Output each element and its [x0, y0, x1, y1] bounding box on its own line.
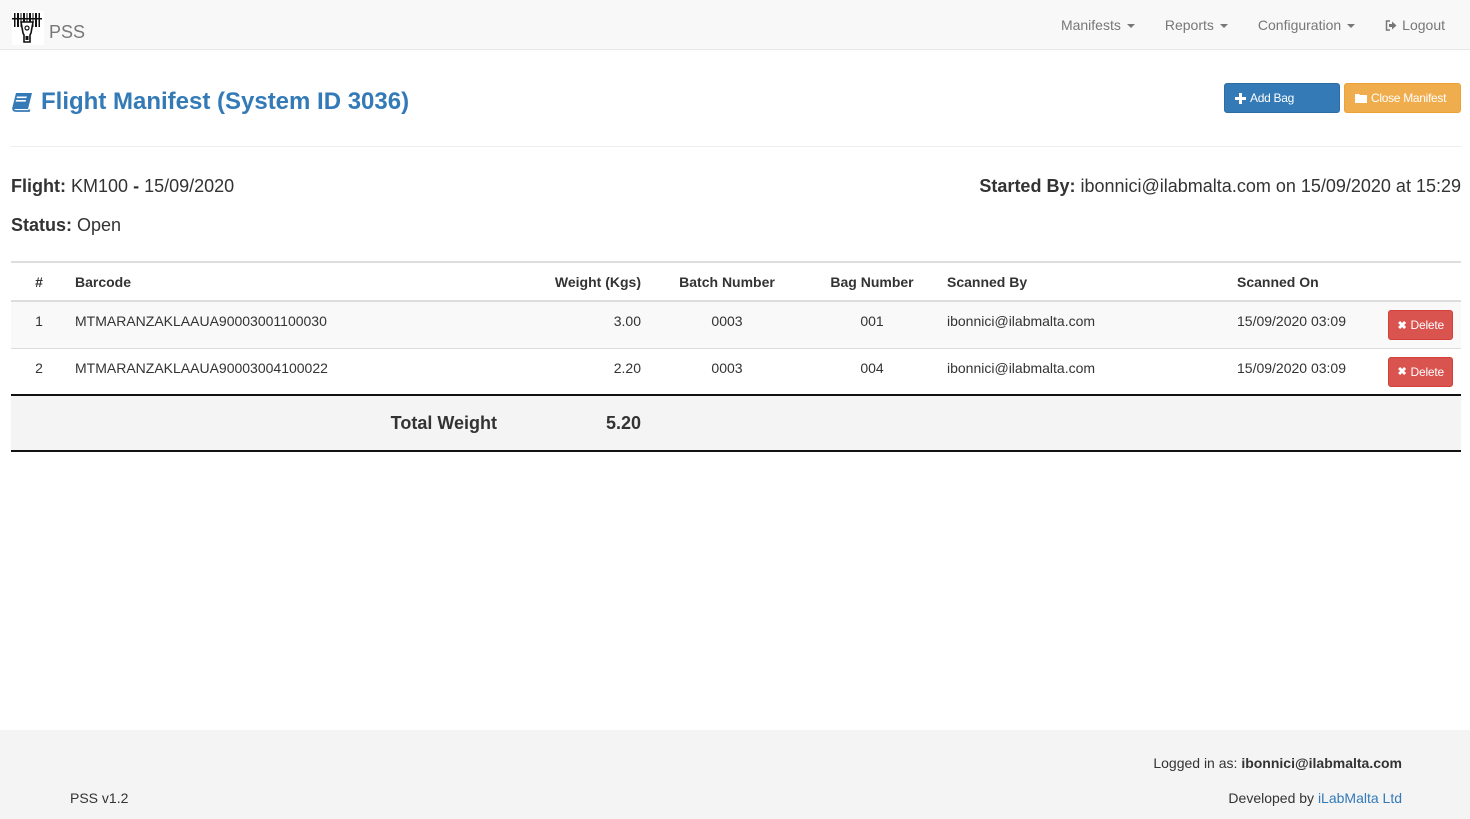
- total-weight-value: 5.20: [507, 394, 649, 452]
- nav-logout-label: Logout: [1402, 16, 1445, 33]
- delete-label: Delete: [1410, 364, 1445, 379]
- add-bag-label: Add Bag: [1250, 91, 1294, 105]
- cell-barcode: MTMARANZAKLAAUA90003001100030: [67, 301, 507, 348]
- started-by-label: Started By:: [979, 176, 1076, 196]
- flight-separator: -: [133, 176, 140, 196]
- caret-down-icon: [1219, 24, 1228, 28]
- cell-weight: 2.20: [507, 347, 649, 395]
- cell-scanned-on: 15/09/2020 03:09: [1229, 301, 1365, 348]
- cell-weight: 3.00: [507, 301, 649, 348]
- nav-manifests-dropdown[interactable]: Manifests: [1046, 0, 1150, 50]
- bags-table: # Barcode Weight (Kgs) Batch Number Bag …: [11, 261, 1461, 452]
- delete-button[interactable]: ✖ Delete: [1388, 310, 1453, 340]
- plus-icon: [1235, 92, 1246, 104]
- navbar: PSS Manifests Reports Configuration Logo…: [0, 0, 1470, 50]
- started-by-info: Started By: ibonnici@ilabmalta.com on 15…: [979, 176, 1461, 197]
- flight-number: KM100: [71, 176, 129, 196]
- nav-configuration-dropdown[interactable]: Configuration: [1243, 0, 1370, 50]
- col-scanned-by: Scanned By: [939, 261, 1229, 302]
- started-by-value: ibonnici@ilabmalta.com on 15/09/2020 at …: [1080, 176, 1461, 196]
- table-row: 1 MTMARANZAKLAAUA90003001100030 3.00 000…: [11, 301, 1461, 348]
- logged-in-label: Logged in as:: [1153, 755, 1238, 771]
- col-scanned-on: Scanned On: [1229, 261, 1365, 302]
- flight-info: Flight: KM100 - 15/09/2020: [11, 176, 234, 197]
- cell-actions: ✖ Delete: [1365, 347, 1461, 395]
- nav-reports-label: Reports: [1164, 16, 1214, 33]
- nav-menu: Manifests Reports Configuration Logout: [1046, 0, 1460, 50]
- footer: PSS v1.2 Logged in as: ibonnici@ilabmalt…: [0, 730, 1470, 819]
- nav-logout[interactable]: Logout: [1370, 0, 1460, 50]
- cell-number: 1: [11, 301, 67, 348]
- caret-down-icon: [1347, 24, 1356, 28]
- flight-label: Flight:: [11, 176, 66, 196]
- brand[interactable]: PSS: [12, 11, 85, 45]
- page-title: Flight Manifest (System ID 3036): [11, 88, 409, 116]
- book-icon: [11, 92, 33, 112]
- delete-button[interactable]: ✖ Delete: [1388, 356, 1453, 387]
- nav-reports-dropdown[interactable]: Reports: [1150, 0, 1243, 50]
- folder-icon: [1355, 93, 1367, 103]
- total-row-filler: [649, 394, 1461, 452]
- col-number: #: [11, 261, 67, 302]
- cell-batch-number: 0003: [649, 347, 805, 395]
- col-bag-number: Bag Number: [805, 261, 939, 302]
- developed-by-label: Developed by: [1228, 790, 1315, 806]
- flight-date: 15/09/2020: [144, 176, 235, 196]
- cell-batch-number: 0003: [649, 301, 805, 348]
- close-manifest-label: Close Manifest: [1371, 91, 1447, 105]
- cell-bag-number: 001: [805, 301, 939, 348]
- table-header-row: # Barcode Weight (Kgs) Batch Number Bag …: [11, 261, 1461, 302]
- header-divider: [11, 146, 1461, 147]
- table-row: 2 MTMARANZAKLAAUA90003004100022 2.20 000…: [11, 347, 1461, 395]
- col-actions: [1365, 261, 1461, 302]
- cell-scanned-on: 15/09/2020 03:09: [1229, 347, 1365, 395]
- close-manifest-button[interactable]: Close Manifest: [1344, 83, 1461, 113]
- cell-scanned-by: ibonnici@ilabmalta.com: [939, 301, 1229, 348]
- brand-name: PSS: [49, 21, 86, 42]
- status-label: Status:: [11, 215, 73, 235]
- col-weight: Weight (Kgs): [507, 261, 649, 302]
- add-bag-button[interactable]: Add Bag: [1224, 83, 1340, 113]
- sign-out-icon: [1385, 19, 1397, 31]
- developer-link[interactable]: iLabMalta Ltd: [1318, 790, 1402, 806]
- close-icon: ✖: [1397, 319, 1407, 332]
- nav-configuration-label: Configuration: [1257, 16, 1342, 33]
- caret-down-icon: [1126, 24, 1135, 28]
- page-title-text: Flight Manifest (System ID 3036): [41, 88, 410, 115]
- total-weight-label: Total Weight: [11, 394, 507, 452]
- nav-manifests-label: Manifests: [1060, 16, 1121, 33]
- developer-credit: Developed by iLabMalta Ltd: [1228, 790, 1402, 806]
- total-row: Total Weight 5.20: [11, 394, 1461, 452]
- col-batch-number: Batch Number: [649, 261, 805, 302]
- app-version: PSS v1.2: [70, 790, 129, 806]
- delete-label: Delete: [1410, 318, 1445, 332]
- status-info: Status: Open: [11, 215, 121, 236]
- logged-in-user: ibonnici@ilabmalta.com: [1241, 755, 1402, 771]
- logged-in-info: Logged in as: ibonnici@ilabmalta.com: [1153, 755, 1402, 771]
- close-icon: ✖: [1397, 366, 1407, 378]
- status-value: Open: [77, 215, 122, 235]
- col-barcode: Barcode: [67, 261, 507, 302]
- cell-actions: ✖ Delete: [1365, 301, 1461, 348]
- cell-scanned-by: ibonnici@ilabmalta.com: [939, 347, 1229, 395]
- cell-barcode: MTMARANZAKLAAUA90003004100022: [67, 347, 507, 395]
- barcode-scanner-icon: [12, 11, 44, 45]
- cell-bag-number: 004: [805, 347, 939, 395]
- cell-number: 2: [11, 347, 67, 395]
